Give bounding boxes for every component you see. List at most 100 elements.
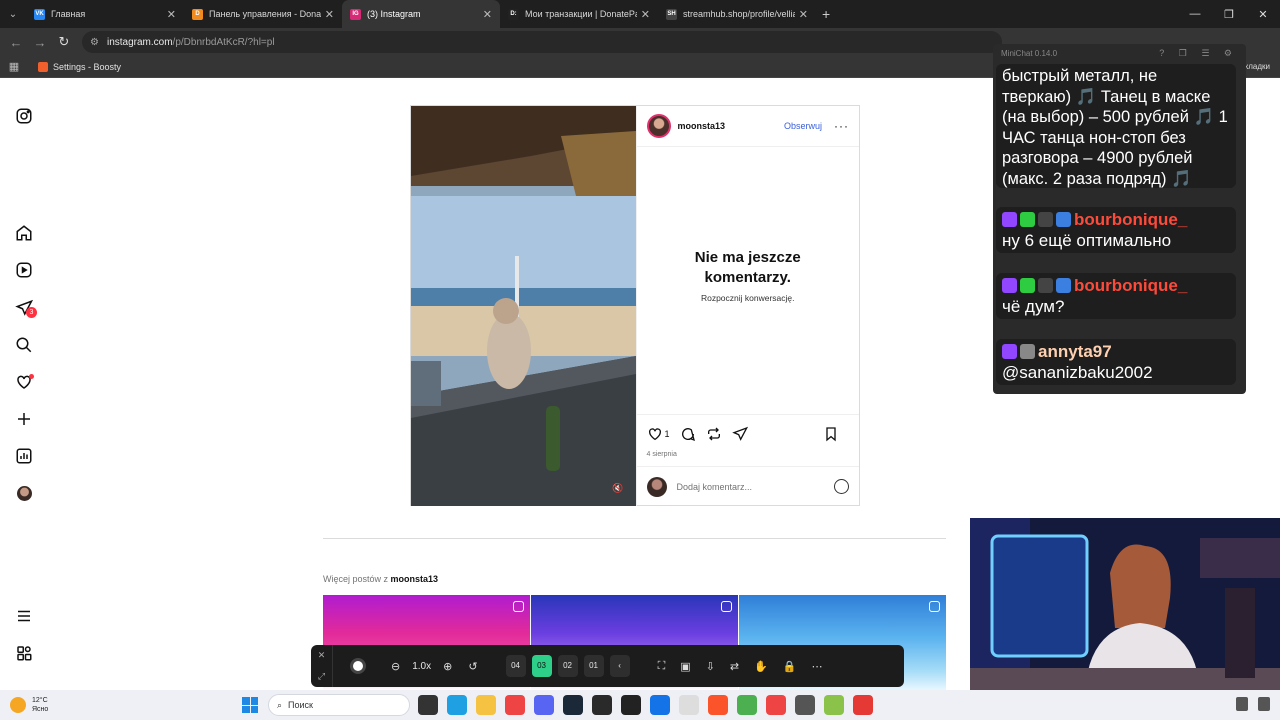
comment-icon[interactable] [680, 426, 696, 442]
chrome-icon[interactable] [766, 695, 786, 715]
post-actions: 1 4 sierpnia [636, 414, 859, 474]
pin-icon[interactable]: ⇩ [706, 660, 715, 673]
obs-icon[interactable] [592, 695, 612, 715]
forward-icon[interactable]: → [28, 35, 52, 50]
post-video[interactable]: 🔇 [411, 106, 636, 506]
reels-icon[interactable] [15, 261, 33, 279]
author-username[interactable]: moonsta13 [678, 121, 784, 131]
step-back-button[interactable]: ‹ [609, 655, 630, 677]
tray-icon[interactable] [1258, 697, 1270, 711]
site-info-icon[interactable]: ⚙ [90, 37, 99, 48]
minichat-controls[interactable]: ? ❐ ☰ ⚙ [1159, 48, 1238, 59]
discord-icon[interactable] [534, 695, 554, 715]
also-from-meta-icon[interactable] [15, 644, 33, 662]
swap-icon[interactable]: ⇄ [730, 660, 739, 673]
file-explorer-icon[interactable] [476, 695, 496, 715]
menu-hamburger-icon[interactable] [15, 607, 33, 625]
steam-icon[interactable] [563, 695, 583, 715]
more-options-icon[interactable]: ··· [834, 119, 849, 133]
zoom-in-icon[interactable]: ⊕ [443, 660, 452, 673]
browser-tab[interactable]: D Панель управления - DonationAlerts ✕ [184, 0, 342, 28]
step-button[interactable]: 04 [505, 655, 526, 677]
bookmark-icon[interactable] [823, 426, 839, 442]
dashboard-icon[interactable] [15, 447, 33, 465]
search-icon[interactable] [15, 336, 33, 354]
chat-message-text: чё дум? [1002, 297, 1065, 316]
browser-tab-active[interactable]: IG (3) Instagram ✕ [342, 0, 500, 28]
close-tab-icon[interactable]: ✕ [167, 8, 176, 21]
hand-icon[interactable]: ✋ [754, 660, 768, 673]
weather-widget[interactable]: 12°C Ясно [10, 696, 100, 714]
lock-icon[interactable]: 🔒 [783, 660, 797, 673]
other-bookmarks[interactable]: кладки [1245, 62, 1270, 71]
tab-search-icon[interactable]: ⌄ [0, 0, 26, 28]
zoom-out-icon[interactable]: ⊖ [391, 660, 400, 673]
apps-grid-icon[interactable]: ▦ [0, 60, 28, 73]
step-button-active[interactable]: 03 [531, 655, 552, 677]
tray-icon[interactable] [1236, 697, 1248, 711]
minimize-icon[interactable]: — [1178, 8, 1212, 20]
back-icon[interactable]: ← [4, 35, 28, 50]
cat-badge-icon [1038, 212, 1053, 227]
more-posts-username[interactable]: moonsta13 [391, 574, 439, 584]
chrome-icon[interactable] [505, 695, 525, 715]
close-window-icon[interactable]: ✕ [1246, 8, 1280, 21]
share-icon[interactable] [731, 426, 748, 442]
instagram-logo-icon[interactable] [15, 107, 33, 125]
screen-icon[interactable]: ▣ [680, 660, 690, 673]
record-icon[interactable] [353, 661, 363, 671]
close-tab-icon[interactable]: ✕ [483, 8, 492, 21]
chat-message: bourbonique_ чё дум? [996, 273, 1236, 319]
close-tab-icon[interactable]: ✕ [799, 8, 808, 21]
taskbar-search[interactable]: ⌕ Поиск [268, 694, 410, 716]
close-tab-icon[interactable]: ✕ [325, 8, 334, 21]
brave-icon[interactable] [708, 695, 728, 715]
close-capture-icon[interactable]: ✕ [318, 650, 326, 661]
profile-avatar[interactable] [17, 486, 32, 501]
repost-icon[interactable] [706, 426, 722, 442]
mute-icon[interactable]: 🔇 [612, 483, 623, 494]
browser-tab[interactable]: SH streamhub.shop/profile/vellialina ✕ [658, 0, 816, 28]
chat-message-text: @sananizbaku2002 [1002, 363, 1153, 382]
browser-tab[interactable]: D: Мои транзакции | DonatePay ✕ [500, 0, 658, 28]
address-bar[interactable]: ⚙ instagram.com /p/DbnrbdAtKcR/?hl=pl [82, 31, 1002, 53]
frame-icon[interactable]: ⛶ [658, 660, 666, 673]
like-count[interactable]: 1 [665, 429, 670, 439]
comment-box: Dodaj komentarz... [636, 466, 859, 506]
app-icon[interactable] [418, 695, 438, 715]
new-tab-icon[interactable]: + [822, 6, 830, 22]
beach-bar-scene [411, 106, 636, 506]
more-tools-icon[interactable]: ⋯ [812, 660, 823, 673]
app-icon[interactable] [853, 695, 873, 715]
maximize-icon[interactable]: ❐ [1212, 8, 1246, 21]
create-plus-icon[interactable] [15, 410, 33, 428]
app-icon[interactable] [737, 695, 757, 715]
follow-button[interactable]: Obserwuj [784, 121, 822, 131]
expand-capture-icon[interactable]: ⤢ [318, 671, 325, 682]
twitch-badge-icon [1002, 212, 1017, 227]
step-button[interactable]: 01 [583, 655, 604, 677]
app-icon[interactable] [650, 695, 670, 715]
home-icon[interactable] [15, 224, 33, 242]
emoji-icon[interactable] [834, 479, 849, 494]
like-icon[interactable] [647, 426, 663, 442]
twitch-badge-icon [1002, 278, 1017, 293]
bookmark-boosty[interactable]: Settings - Boosty [38, 61, 121, 72]
comment-input[interactable]: Dodaj komentarz... [677, 482, 835, 492]
app-icon[interactable] [679, 695, 699, 715]
author-avatar[interactable] [646, 114, 671, 138]
app-icon[interactable] [795, 695, 815, 715]
system-tray [1236, 697, 1270, 711]
reload-icon[interactable]: ↻ [52, 34, 76, 50]
taskbar-apps [418, 695, 873, 715]
close-tab-icon[interactable]: ✕ [641, 8, 650, 21]
windows-start-icon[interactable] [242, 697, 258, 713]
browser-tab[interactable]: VK Главная ✕ [26, 0, 184, 28]
rotate-icon[interactable]: ↺ [468, 660, 477, 673]
chat-message-text: ну 6 ещё оптимально [1002, 231, 1172, 250]
minichat-title: MiniChat 0.14.0 [1001, 49, 1058, 58]
edge-icon[interactable] [447, 695, 467, 715]
app-icon[interactable] [824, 695, 844, 715]
app-icon[interactable] [621, 695, 641, 715]
step-button[interactable]: 02 [557, 655, 578, 677]
